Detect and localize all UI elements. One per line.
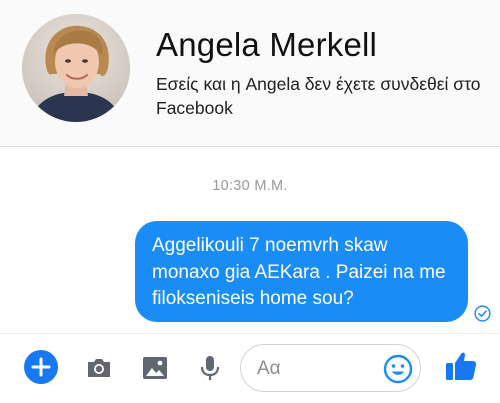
message-input[interactable] [257, 354, 367, 384]
outgoing-message-bubble[interactable]: Aggelikouli 7 noemvrh skaw monaxo gia AE… [135, 221, 468, 322]
thumbs-up-icon[interactable] [443, 348, 479, 384]
voice-button[interactable] [193, 351, 227, 385]
add-attachment-button[interactable] [24, 350, 58, 384]
message-composer [0, 333, 500, 403]
camera-button[interactable] [82, 351, 116, 385]
avatar[interactable] [22, 14, 130, 122]
smiley-icon[interactable] [382, 353, 414, 385]
contact-profile-header: Angela Merkell Εσείς και η Angela δεν έχ… [0, 0, 500, 146]
header-divider [0, 146, 500, 147]
image-icon [143, 357, 167, 379]
microphone-icon [200, 356, 220, 380]
messenger-chat-screen: Angela Merkell Εσείς και η Angela δεν έχ… [0, 0, 500, 403]
camera-icon [88, 359, 110, 377]
message-timestamp: 10:30 Μ.Μ. [212, 178, 288, 194]
message-input-box[interactable] [240, 344, 421, 392]
contact-name: Angela Merkell [156, 26, 378, 63]
avatar-image [22, 14, 130, 122]
connection-status-text: Εσείς και η Angela δεν έχετε συνδεθεί στ… [156, 74, 481, 118]
plus-icon [31, 357, 51, 377]
gallery-button[interactable] [138, 351, 172, 385]
check-circle-icon [474, 305, 491, 322]
